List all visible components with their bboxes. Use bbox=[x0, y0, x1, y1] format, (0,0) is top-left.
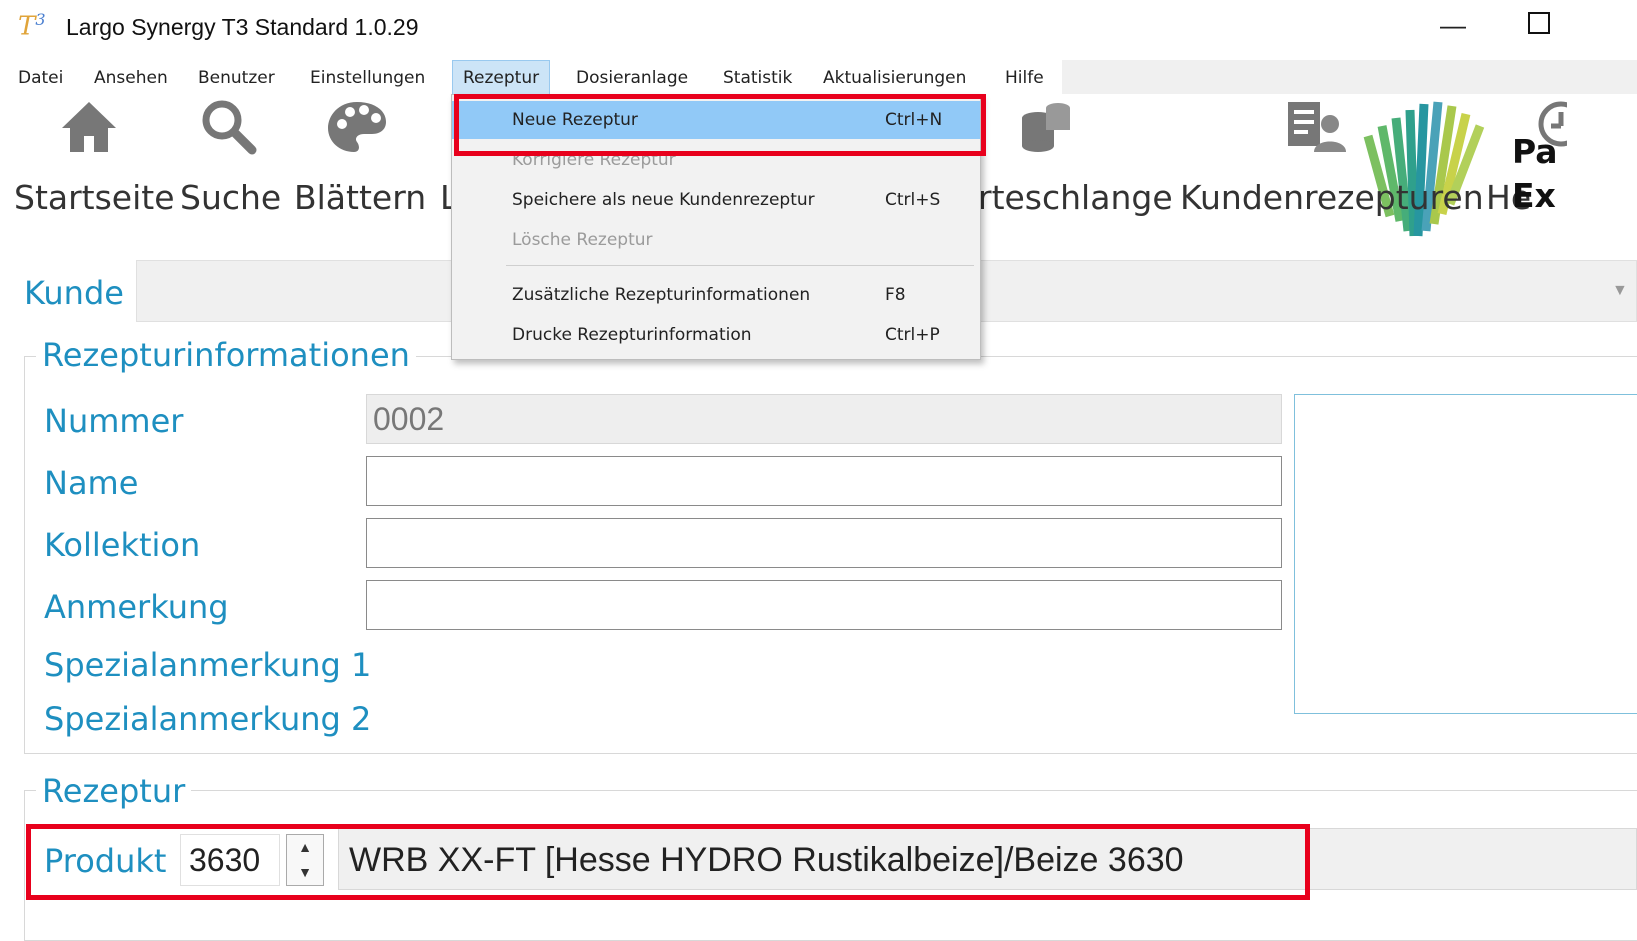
search-icon[interactable] bbox=[192, 96, 262, 166]
toolbar-partial-pa[interactable]: Pa bbox=[1512, 132, 1558, 171]
name-field[interactable] bbox=[366, 456, 1282, 506]
menu-datei[interactable]: Datei bbox=[16, 64, 65, 92]
customer-recipes-icon[interactable] bbox=[1282, 96, 1352, 166]
toolbar-kundenrezepturen[interactable]: Kundenrezepturen bbox=[1180, 178, 1484, 217]
toolbar-warteschlange[interactable]: rteschlange bbox=[978, 178, 1173, 217]
menubar-background bbox=[1062, 60, 1637, 94]
menuitem-speichere-als-neue-kundenrezeptur[interactable]: Speichere als neue Kundenrezeptur Ctrl+S bbox=[452, 181, 980, 219]
menu-benutzer[interactable]: Benutzer bbox=[196, 64, 277, 92]
anmerkung-label: Anmerkung bbox=[44, 588, 229, 626]
menuitem-drucke-rezepturinformation[interactable]: Drucke Rezepturinformation Ctrl+P bbox=[452, 316, 980, 354]
minimize-button[interactable]: — bbox=[1438, 10, 1468, 40]
nummer-field: 0002 bbox=[366, 394, 1282, 444]
menu-ansehen[interactable]: Ansehen bbox=[92, 64, 170, 92]
app-logo-icon: T3 bbox=[18, 10, 46, 42]
recipe-image-box bbox=[1294, 394, 1637, 714]
toolbar-partial-ex[interactable]: Ex bbox=[1512, 176, 1556, 215]
toolbar-startseite[interactable]: Startseite bbox=[14, 178, 175, 217]
database-icon[interactable] bbox=[1010, 96, 1080, 166]
brand-stripes-logo bbox=[1363, 101, 1485, 237]
neue-rezeptur-highlight-box bbox=[454, 94, 986, 156]
home-icon[interactable] bbox=[54, 96, 124, 166]
kunde-label: Kunde bbox=[24, 274, 124, 312]
menu-dosieranlage[interactable]: Dosieranlage bbox=[574, 64, 690, 92]
menu-einstellungen[interactable]: Einstellungen bbox=[308, 64, 427, 92]
menuitem-loesche-rezeptur[interactable]: Lösche Rezeptur bbox=[452, 221, 980, 259]
menuitem-zusaetzliche-rezepturinformationen[interactable]: Zusätzliche Rezepturinformationen F8 bbox=[452, 276, 980, 314]
palette-icon[interactable] bbox=[322, 96, 392, 166]
chevron-down-icon[interactable]: ▼ bbox=[1612, 282, 1628, 300]
kollektion-label: Kollektion bbox=[44, 526, 201, 564]
spezialanmerkung-1-label: Spezialanmerkung 1 bbox=[44, 646, 372, 684]
name-label: Name bbox=[44, 464, 139, 502]
rezepturinformationen-title: Rezepturinformationen bbox=[36, 336, 416, 374]
window-title: Largo Synergy T3 Standard 1.0.29 bbox=[66, 14, 419, 40]
menu-aktualisierungen[interactable]: Aktualisierungen bbox=[821, 64, 968, 92]
anmerkung-field[interactable] bbox=[366, 580, 1282, 630]
menu-separator bbox=[506, 265, 974, 266]
spezialanmerkung-2-label: Spezialanmerkung 2 bbox=[44, 700, 372, 738]
toolbar-blaettern[interactable]: Blättern bbox=[294, 178, 426, 217]
kollektion-field[interactable] bbox=[366, 518, 1282, 568]
menu-rezeptur[interactable]: Rezeptur bbox=[452, 60, 551, 96]
toolbar-suche[interactable]: Suche bbox=[180, 178, 281, 217]
nummer-label: Nummer bbox=[44, 402, 184, 440]
menu-hilfe[interactable]: Hilfe bbox=[1003, 64, 1046, 92]
produkt-highlight-box bbox=[26, 824, 1310, 900]
maximize-button[interactable] bbox=[1528, 12, 1550, 34]
menu-statistik[interactable]: Statistik bbox=[721, 64, 794, 92]
rezeptur-title: Rezeptur bbox=[36, 772, 192, 810]
